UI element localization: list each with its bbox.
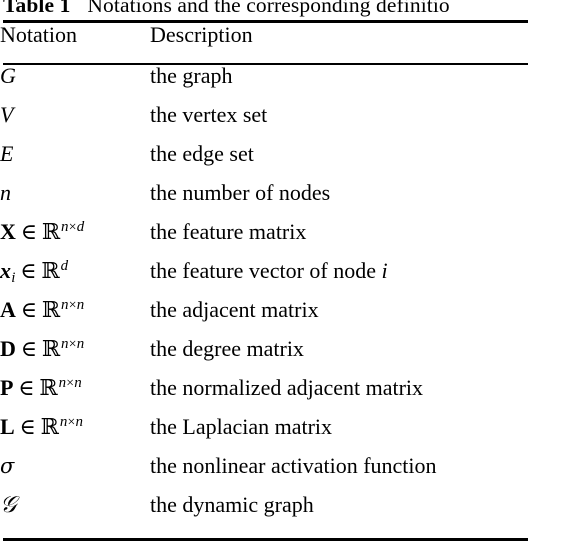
column-header-description: Description	[150, 22, 253, 47]
symbol-blackboard-r: ℝ	[41, 336, 61, 361]
symbol-blackboard-r: ℝ	[41, 258, 60, 283]
table-bottom-rule	[3, 538, 528, 541]
table-row: n the number of nodes	[0, 180, 564, 219]
description-cell-graph: the graph	[150, 63, 233, 88]
notation-cell-num-nodes: n	[0, 180, 150, 219]
element-of-icon: ∈	[20, 336, 38, 361]
notation-cell-feature-matrix: X ∈ ℝn×d	[0, 219, 150, 258]
element-of-icon: ∈	[20, 258, 37, 283]
symbol-L: L	[0, 414, 15, 439]
description-cell-adjacent-matrix: the adjacent matrix	[150, 297, 319, 322]
notation-cell-vertex-set: V	[0, 102, 150, 141]
table-row: L ∈ ℝn×n the Laplacian matrix	[0, 414, 564, 453]
notation-cell-dynamic-graph: 𝒢	[0, 492, 150, 531]
notation-cell-graph: G	[0, 63, 150, 102]
element-of-icon: ∈	[19, 414, 36, 439]
notations-table: Notation Description G the graph V the v…	[0, 22, 564, 531]
symbol-E: E	[0, 141, 14, 166]
description-cell-normalized-adjacent-matrix: the normalized adjacent matrix	[150, 375, 424, 400]
description-cell-activation-function: the nonlinear activation function	[150, 453, 437, 478]
description-cell-feature-matrix: the feature matrix	[150, 219, 307, 244]
table-row: σ the nonlinear activation function	[0, 453, 564, 492]
superscript-n-times-n: n×n	[59, 414, 84, 431]
symbol-blackboard-r: ℝ	[41, 297, 61, 322]
symbol-D: D	[0, 336, 16, 361]
table-row: E the edge set	[0, 141, 564, 180]
notation-cell-normalized-adjacent-matrix: P ∈ ℝn×n	[0, 375, 150, 414]
table-row: P ∈ ℝn×n the normalized adjacent matrix	[0, 375, 564, 414]
table-row: V the vertex set	[0, 102, 564, 141]
table-row: D ∈ ℝn×n the degree matrix	[0, 336, 564, 375]
symbol-script-g: 𝒢	[0, 492, 17, 518]
table-header-row: Notation Description	[0, 22, 564, 63]
symbol-blackboard-r: ℝ	[41, 219, 61, 244]
symbol-blackboard-r: ℝ	[40, 414, 59, 439]
superscript-d: d	[60, 258, 69, 275]
description-italic-i: i	[381, 258, 388, 283]
description-cell-dynamic-graph: the dynamic graph	[150, 492, 314, 517]
superscript-n-times-n: n×n	[58, 375, 82, 392]
description-text: the feature vector of node	[150, 258, 382, 283]
table-row: xi ∈ ℝd the feature vector of node i	[0, 258, 564, 297]
notation-cell-adjacent-matrix: A ∈ ℝn×n	[0, 297, 150, 336]
description-cell-laplacian-matrix: the Laplacian matrix	[150, 414, 333, 439]
superscript-n-times-n: n×n	[61, 297, 85, 314]
symbol-X: X	[0, 219, 16, 244]
table-caption-text: Notations and the corresponding definiti…	[87, 0, 450, 17]
subscript-i: i	[11, 270, 16, 287]
description-cell-num-nodes: the number of nodes	[150, 180, 331, 205]
symbol-x-vector: x	[0, 258, 11, 283]
table-row: A ∈ ℝn×n the adjacent matrix	[0, 297, 564, 336]
notation-cell-laplacian-matrix: L ∈ ℝn×n	[0, 414, 150, 453]
symbol-G: G	[0, 63, 16, 88]
table-row: G the graph	[0, 63, 564, 102]
table-figure: Table 1 Notations and the corresponding d…	[0, 0, 564, 546]
table-row: 𝒢 the dynamic graph	[0, 492, 564, 531]
description-cell-edge-set: the edge set	[150, 141, 254, 166]
column-header-notation: Notation	[0, 22, 77, 47]
symbol-P: P	[0, 375, 14, 400]
element-of-icon: ∈	[18, 375, 35, 400]
notation-cell-feature-vector: xi ∈ ℝd	[0, 258, 150, 297]
symbol-V: V	[0, 102, 14, 127]
table-caption-label: Table 1	[3, 0, 71, 17]
table-row: X ∈ ℝn×d the feature matrix	[0, 219, 564, 258]
notation-cell-degree-matrix: D ∈ ℝn×n	[0, 336, 150, 375]
notation-cell-edge-set: E	[0, 141, 150, 180]
element-of-icon: ∈	[20, 297, 38, 322]
symbol-blackboard-r: ℝ	[39, 375, 58, 400]
superscript-n-times-d: n×d	[61, 219, 85, 236]
table-caption: Table 1 Notations and the corresponding d…	[3, 0, 564, 18]
symbol-A: A	[0, 297, 16, 322]
superscript-n-times-n: n×n	[61, 336, 85, 353]
notation-cell-activation-function: σ	[0, 453, 150, 492]
description-cell-feature-vector: the feature vector of node i	[150, 258, 564, 297]
element-of-icon: ∈	[20, 219, 38, 244]
description-cell-degree-matrix: the degree matrix	[150, 336, 304, 361]
symbol-sigma: σ	[0, 454, 15, 478]
symbol-n: n	[0, 180, 11, 205]
description-cell-vertex-set: the vertex set	[150, 102, 268, 127]
